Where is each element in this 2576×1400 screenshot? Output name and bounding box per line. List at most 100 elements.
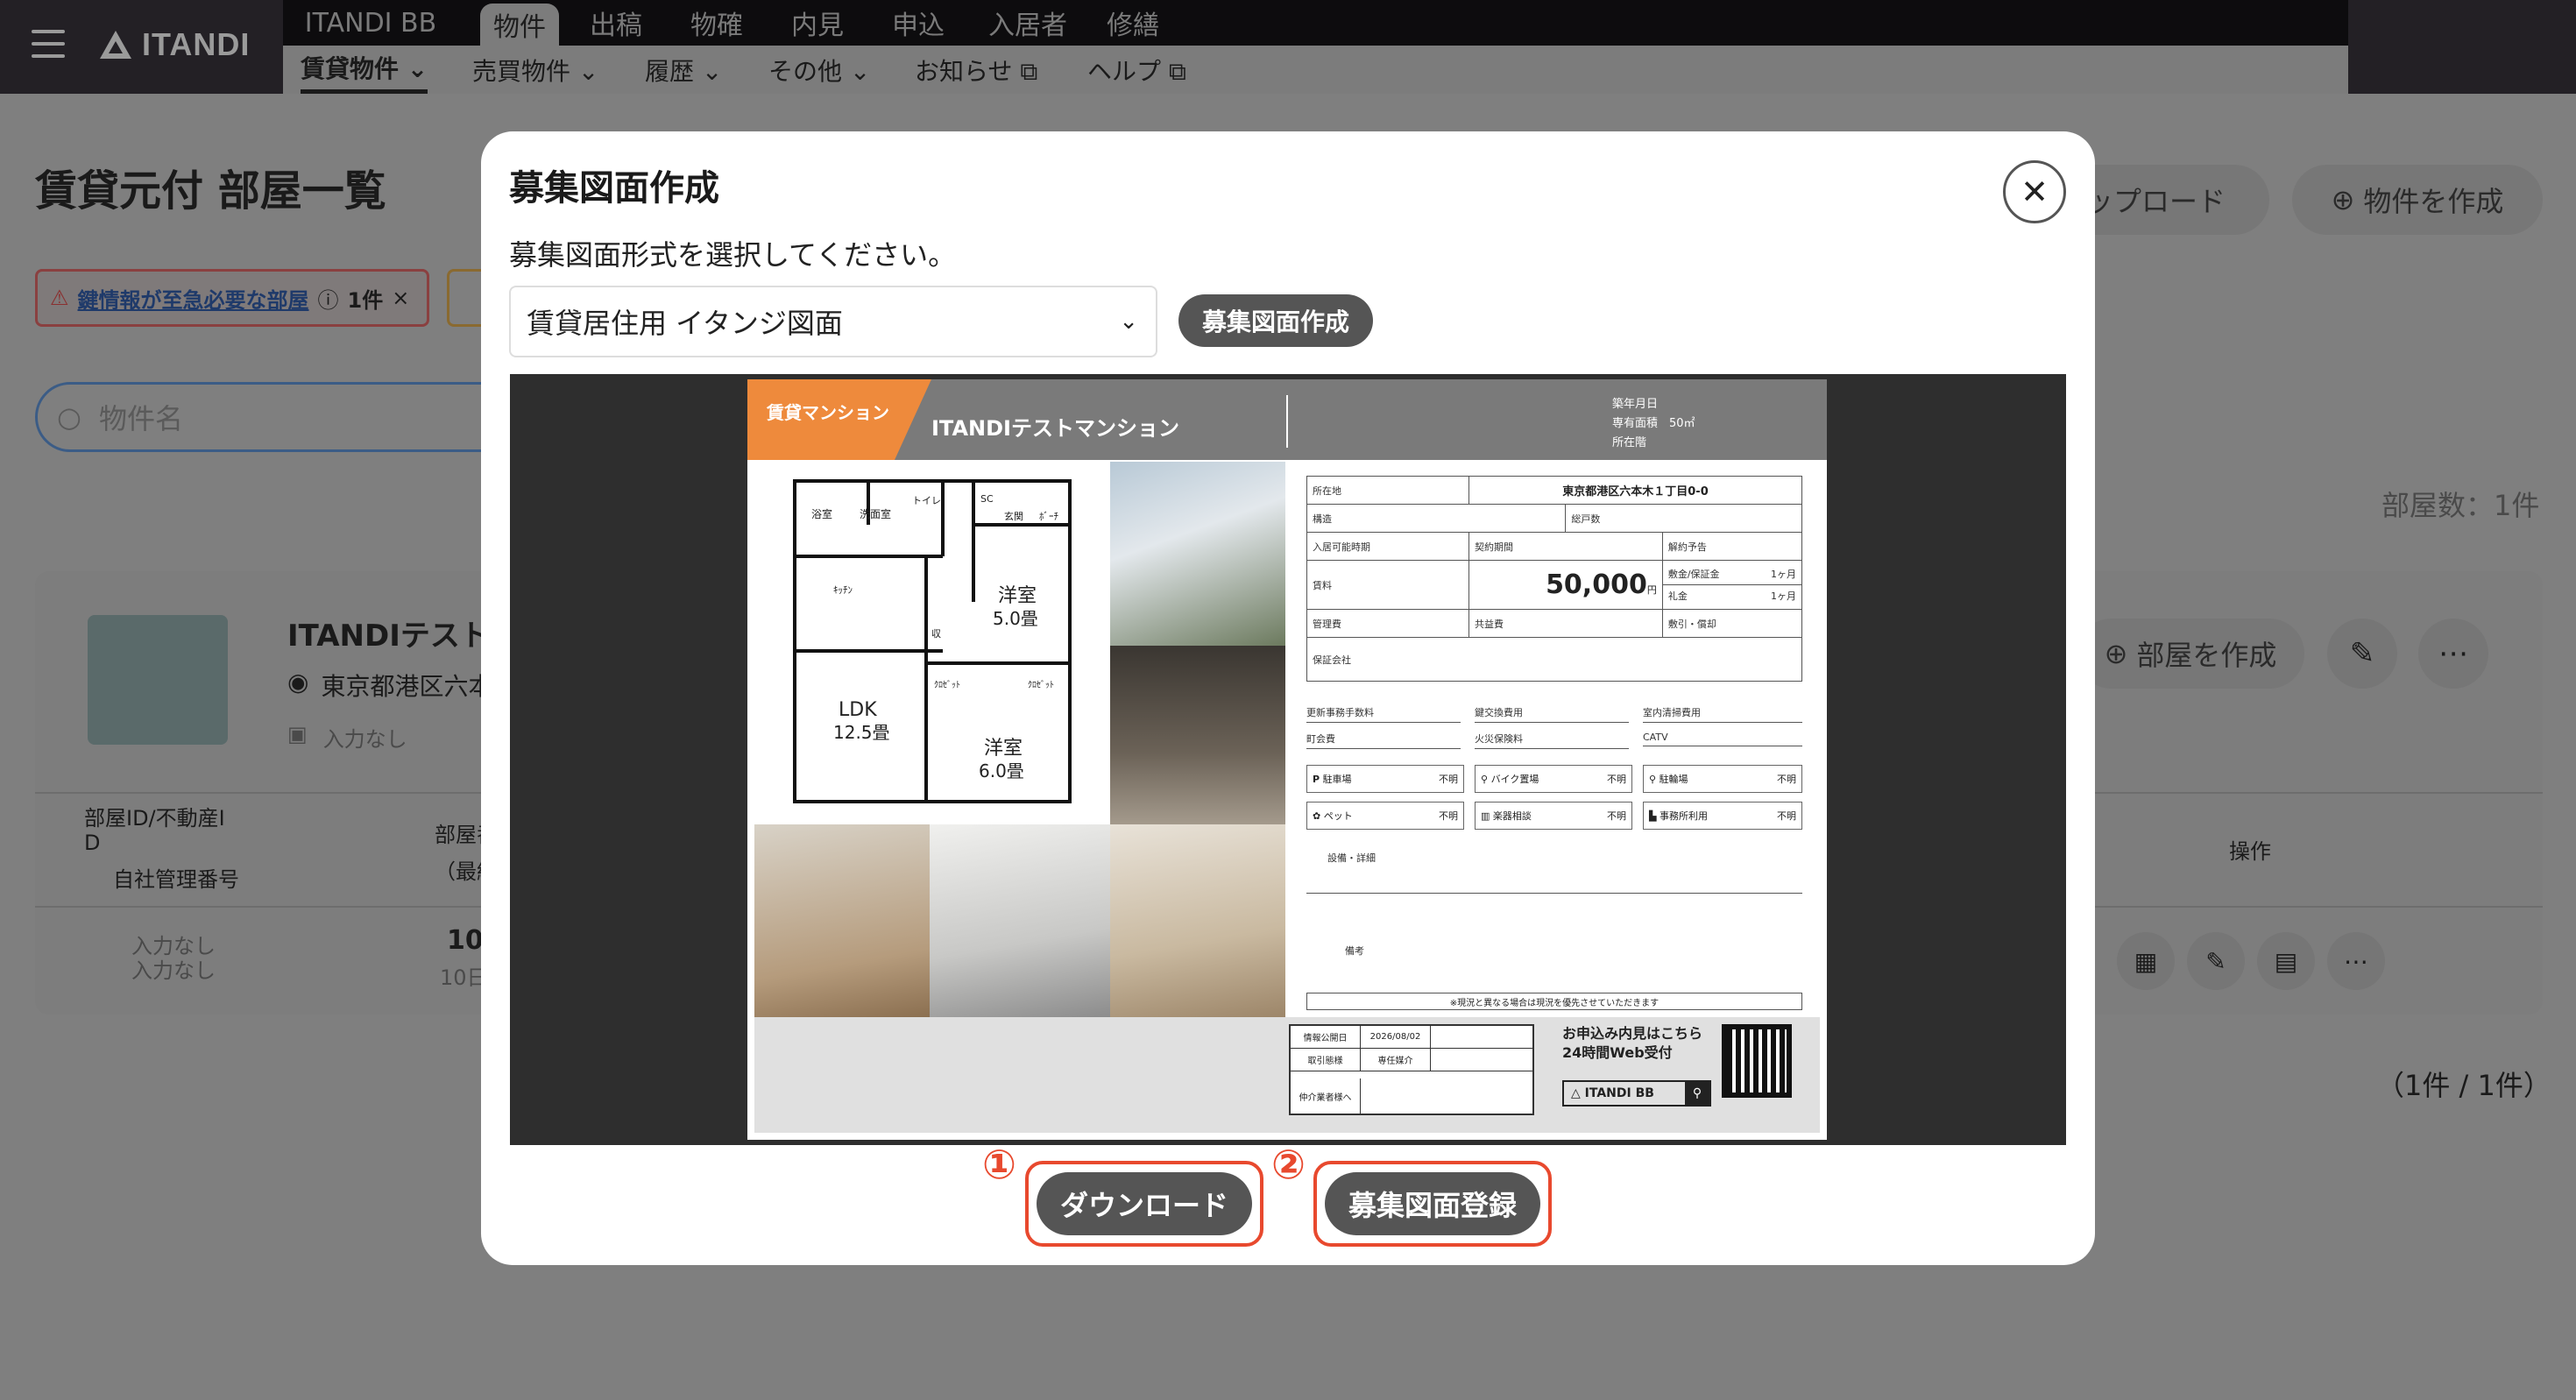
amenity-bike-label: バイク置場 [1490, 774, 1539, 785]
apply-line-2: 24時間Web受付 [1562, 1044, 1673, 1061]
photo-entrance [1110, 646, 1285, 824]
amenity-bike-value: 不明 [1607, 774, 1626, 785]
calendar-icon[interactable]: ▦ [2117, 932, 2175, 990]
create-property-button[interactable]: ⊕ 物件を作成 [2292, 165, 2543, 235]
format-select-value: 賃貸居住用 イタンジ図面 [527, 307, 843, 340]
fp-western-room-2-size: 6.0畳 [979, 760, 1024, 781]
top-nav-application[interactable]: 申込 [888, 0, 949, 46]
room-count: 部屋数：1件 [2381, 489, 2540, 522]
rent-unit: 円 [1646, 584, 1657, 596]
trade-label: 取引態様 [1291, 1049, 1361, 1071]
urgent-key-alert[interactable]: ⚠ 鍵情報が至急必要な部屋 ⓘ 1件 × [35, 269, 429, 327]
edit-property-icon[interactable]: ✎ [2327, 619, 2397, 689]
top-nav-repair[interactable]: 修繕 [1102, 0, 1164, 46]
deposit-value: 1ヶ月 [1771, 569, 1796, 580]
property-thumbnail[interactable] [88, 615, 228, 745]
structure-label: 構造 [1306, 504, 1567, 533]
col-room-id: 部屋ID/不動産I D 自社管理番号 [84, 806, 268, 892]
search-input[interactable]: ○ 物件名 [35, 382, 526, 452]
col-room-id-line3: 自社管理番号 [113, 867, 239, 892]
details-table: 所在地 東京都港区六本木１丁目0-0 構造 総戸数 入居可能時期 契約期間 解約予告 賃… [1306, 476, 1803, 682]
common-label: 共益費 [1468, 609, 1663, 638]
more-options-icon[interactable]: ⋯ [2418, 619, 2488, 689]
bb-label: ITANDI BB [1584, 1086, 1654, 1100]
fee-renewal: 更新事務手数料 [1306, 705, 1461, 723]
plus-circle-icon: ⊕ [2331, 183, 2355, 216]
top-nav-tenant[interactable]: 入居者 [984, 0, 1072, 46]
sub-nav-help[interactable]: ヘルプ ⧉ [1087, 46, 1186, 94]
create-flyer-button[interactable]: 募集図面作成 [1178, 294, 1373, 347]
top-nav-itandi-bb[interactable]: ITANDI BB [301, 0, 441, 46]
sheet-meta-built: 築年月日 [1612, 398, 1659, 411]
sub-nav-bar: 賃貸物件 ⌄ 売買物件 ⌄ 履歴 ⌄ その他 ⌄ お知らせ ⧉ ヘルプ ⧉ [283, 46, 2348, 94]
row-number: 10 [447, 925, 484, 956]
step-marker-2: ② [1271, 1141, 1306, 1188]
sub-nav-rental[interactable]: 賃貸物件 ⌄ [301, 46, 428, 94]
trade-value: 専任媒介 [1361, 1049, 1431, 1071]
info-box: 情報公開日 2026/08/02 取引態様 専任媒介 仲介業者様へ [1289, 1024, 1534, 1115]
top-nav-check[interactable]: 物確 [686, 0, 747, 46]
more-options-icon[interactable]: ⋯ [2327, 932, 2385, 990]
units-label: 総戸数 [1565, 504, 1802, 533]
fp-western-room-2: 洋室 [984, 738, 1023, 760]
alert-count: 1件 [347, 287, 384, 313]
property-address-row: ◉ 東京都港区六本 [287, 668, 492, 703]
amenity-parking: P 駐車場 不明 [1306, 765, 1464, 793]
photo-room [754, 824, 930, 1017]
photo-kitchen [930, 824, 1110, 1017]
pagination: （1件 / 1件） [2376, 1069, 2551, 1102]
bicycle-icon: ⚲ [1649, 774, 1657, 785]
top-nav-listing[interactable]: 出稿 [585, 0, 647, 46]
mgmt-label: 管理費 [1306, 609, 1469, 638]
photo-washroom [1110, 824, 1285, 1017]
amenity-bicycle: ⚲ 駐輪場 不明 [1643, 765, 1802, 793]
document-edit-icon[interactable]: ▤ [2257, 932, 2315, 990]
itandi-bb-search: △ ITANDI BB ⚲ [1562, 1080, 1711, 1107]
sub-nav-history[interactable]: 履歴 ⌄ [645, 46, 722, 94]
deposit-label: 敷金/保証金 [1667, 569, 1720, 580]
fee-insurance: 火災保険料 [1475, 732, 1629, 749]
fp-porch: ﾎﾞｰﾁ [1039, 511, 1058, 522]
fp-bath: 浴室 [811, 507, 832, 520]
hamburger-menu-icon[interactable] [32, 30, 65, 58]
col-ops: 操作 [2229, 839, 2271, 864]
fp-storage: 収 [931, 628, 941, 640]
apply-line-1: お申込み内見はこちら [1562, 1025, 1703, 1042]
amenity-bike: ⚲ バイク置場 不明 [1475, 765, 1632, 793]
col-room-id-line1: 部屋ID/不動産I [84, 806, 225, 831]
create-room-button[interactable]: ⊕ 部屋を作成 [2077, 619, 2304, 689]
sub-nav-other[interactable]: その他 ⌄ [768, 46, 870, 94]
fp-ldk-size: 12.5畳 [833, 722, 890, 743]
close-icon[interactable]: ✕ [2003, 160, 2066, 223]
amenity-office-value: 不明 [1777, 810, 1796, 822]
edit-icon[interactable]: ✎ [2187, 932, 2245, 990]
header-right [2348, 0, 2576, 94]
rent-value: 50,000 [1546, 569, 1647, 600]
fee-town: 町会費 [1306, 732, 1461, 749]
sheet-header-divider [1286, 395, 1288, 448]
sub-nav-sale[interactable]: 売買物件 ⌄ [472, 46, 598, 94]
step-marker-1: ① [982, 1141, 1016, 1188]
amenity-pet-label: ペット [1323, 810, 1353, 822]
chevron-down-icon: ⌄ [1119, 308, 1138, 335]
top-nav-property[interactable]: 物件 [480, 4, 559, 46]
secondary-alert[interactable] [447, 269, 482, 327]
app-root: ITANDI ITANDI BB 物件 出稿 物確 内見 申込 入居者 修繕 賃… [0, 0, 2576, 1400]
sub-nav-news[interactable]: お知らせ ⧉ [915, 46, 1037, 94]
key-money-label: 礼金 [1667, 590, 1688, 602]
format-select[interactable]: 賃貸居住用 イタンジ図面 ⌄ [509, 286, 1157, 357]
alert-link[interactable]: 鍵情報が至急必要な部屋 [78, 283, 309, 314]
amort-label: 敷引・償却 [1661, 609, 1803, 638]
download-button[interactable]: ダウンロード [1037, 1172, 1252, 1235]
contract-label: 契約期間 [1468, 532, 1663, 561]
guarantor-label: 保証会社 [1306, 637, 1802, 682]
equipment-divider [1306, 893, 1802, 894]
apply-text: お申込み内見はこちら 24時間Web受付 [1562, 1024, 1702, 1063]
brand-logo[interactable]: ITANDI [98, 26, 250, 63]
close-icon[interactable]: × [392, 286, 409, 310]
register-flyer-button[interactable]: 募集図面登録 [1325, 1172, 1540, 1235]
top-nav-viewing[interactable]: 内見 [787, 0, 848, 46]
building-icon: ▙ [1649, 810, 1657, 822]
modal-title: 募集図面作成 [509, 168, 719, 209]
plus-circle-icon: ⊕ [2104, 637, 2128, 670]
